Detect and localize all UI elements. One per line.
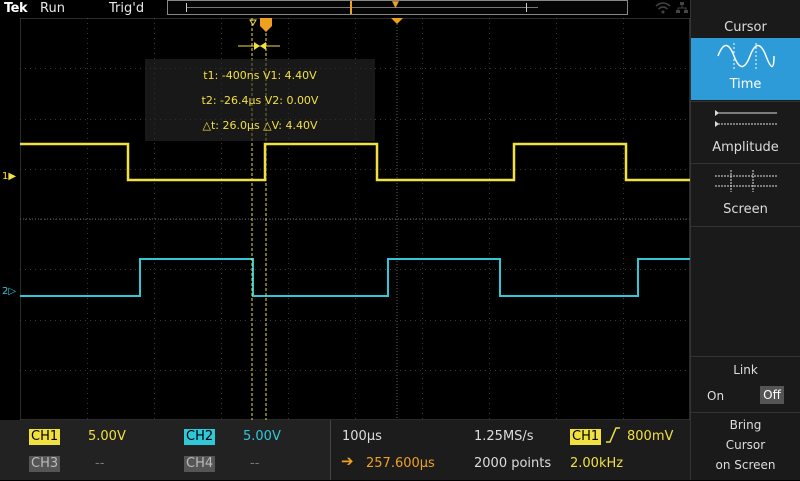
link-on-option[interactable]: On	[707, 389, 724, 403]
menu-title: Cursor	[724, 20, 767, 35]
trigger-state: Trig'd	[109, 1, 145, 16]
ch1-scale[interactable]: 5.00V	[88, 429, 126, 444]
time-cursor-icon	[717, 43, 775, 69]
ch2-marker-arrow-icon: ▷	[8, 286, 17, 297]
brand-logo: Tek	[4, 1, 28, 16]
menu-item-screen-label: Screen	[723, 202, 768, 217]
rising-edge-icon	[605, 426, 621, 448]
menu-item-amplitude[interactable]: Amplitude	[691, 101, 800, 163]
link-off-option[interactable]: Off	[760, 386, 784, 404]
menu-item-link[interactable]: Link On Off	[691, 356, 800, 412]
record-length[interactable]: 2000 points	[474, 456, 551, 471]
ch2-scale[interactable]: 5.00V	[243, 429, 281, 444]
horizontal-position[interactable]: 257.600µs	[366, 456, 435, 471]
timebase[interactable]: 100µs	[342, 429, 382, 444]
trigger-frequency: 2.00kHz	[570, 456, 624, 471]
menu-item-link-label: Link	[733, 363, 758, 377]
ch2-badge[interactable]: CH2	[184, 429, 216, 445]
ch1-marker-arrow-icon: ▶	[8, 171, 17, 182]
menu-item-amplitude-label: Amplitude	[712, 140, 779, 155]
ch2-marker[interactable]: 2▷	[2, 286, 16, 297]
amplitude-cursor-icon	[715, 110, 777, 127]
menu-item-screen[interactable]: Screen	[691, 163, 800, 226]
menu-item-empty	[691, 226, 800, 357]
ch3-badge[interactable]: CH3	[29, 456, 61, 472]
ch1-marker[interactable]: 1▶	[2, 171, 16, 182]
readout-line-1: t1: -400ns V1: 4.40V	[203, 69, 317, 82]
ch4-badge[interactable]: CH4	[184, 456, 216, 472]
wifi-icon	[655, 1, 671, 18]
divider	[330, 420, 331, 480]
bring-line-1: Bring	[729, 418, 762, 432]
ch4-scale: --	[250, 456, 260, 471]
bring-cursor-on-screen-button[interactable]: Bring Cursor on Screen	[691, 412, 800, 481]
trigger-source-badge[interactable]: CH1	[570, 429, 602, 445]
record-view-trigger-icon: ▼	[392, 0, 399, 10]
bring-line-3: on Screen	[715, 458, 776, 472]
readout-line-2: t2: -26.4µs V2: 0.00V	[201, 94, 319, 107]
sample-rate: 1.25MS/s	[474, 429, 534, 444]
menu-item-time[interactable]: Time	[691, 38, 800, 100]
network-icon	[675, 1, 689, 18]
record-view-position-marker	[350, 1, 352, 14]
ch3-scale: --	[95, 456, 105, 471]
record-view-bracket-left	[186, 3, 187, 12]
readout-line-3: △t: 26.0µs △V: 4.40V	[202, 119, 318, 132]
menu-item-time-label: Time	[729, 77, 762, 92]
run-state[interactable]: Run	[40, 1, 65, 16]
screen-cursor-icon	[715, 170, 777, 192]
bring-line-2: Cursor	[725, 438, 766, 452]
cursor-readout[interactable]: t1: -400ns V1: 4.40V t2: -26.4µs V2: 0.0…	[145, 59, 375, 141]
record-view-bracket-right	[526, 3, 527, 12]
trigger-level[interactable]: 800mV	[627, 429, 673, 444]
ch1-badge[interactable]: CH1	[29, 429, 61, 445]
position-arrow-icon: ➔	[341, 452, 354, 470]
record-view-line	[186, 7, 538, 8]
